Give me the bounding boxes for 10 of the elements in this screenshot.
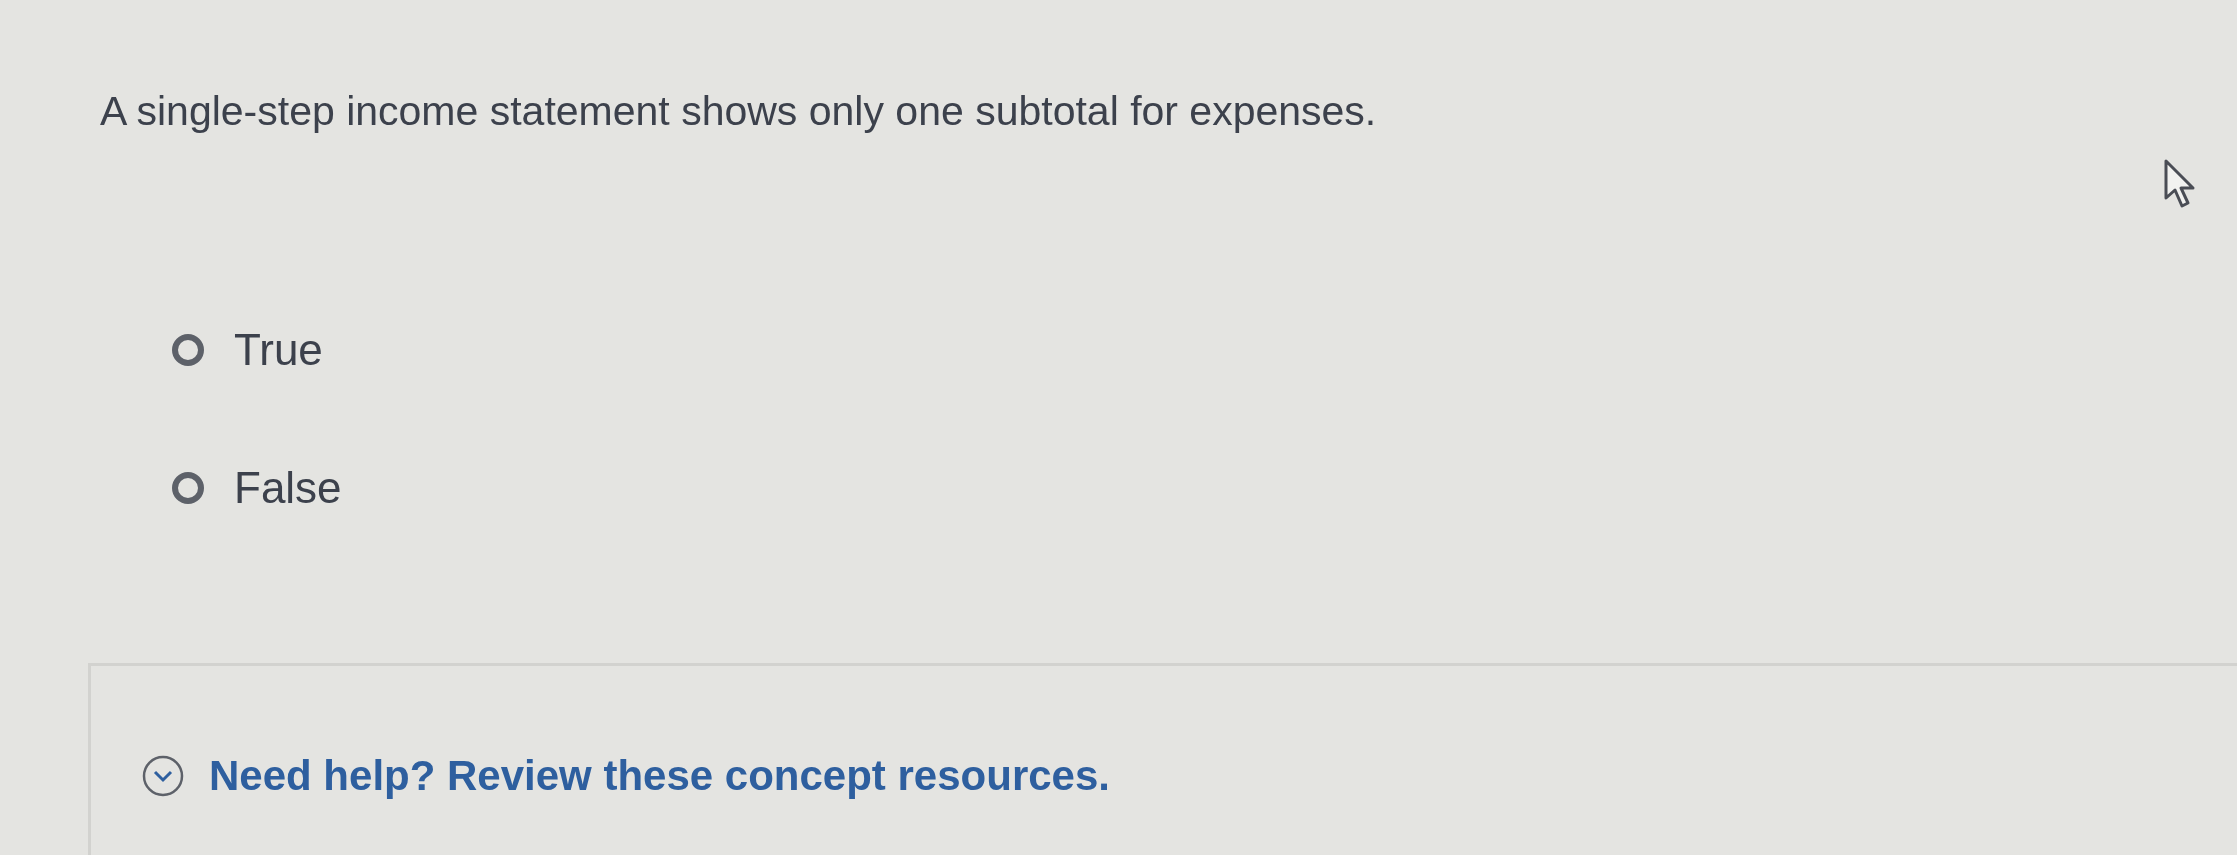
question-text: A single-step income statement shows only one subtotal for expenses.	[100, 88, 1377, 135]
chevron-icon[interactable]	[141, 753, 185, 798]
help-link[interactable]: Need help? Review these concept resources.	[209, 751, 1110, 800]
option-label: True	[234, 325, 323, 375]
option-label: False	[234, 463, 342, 513]
mouse-pointer-icon	[2163, 158, 2197, 210]
radio-button[interactable]	[172, 472, 204, 504]
radio-button[interactable]	[172, 334, 204, 366]
answer-option[interactable]: False	[172, 463, 2237, 513]
answer-option[interactable]: True	[172, 325, 2237, 375]
